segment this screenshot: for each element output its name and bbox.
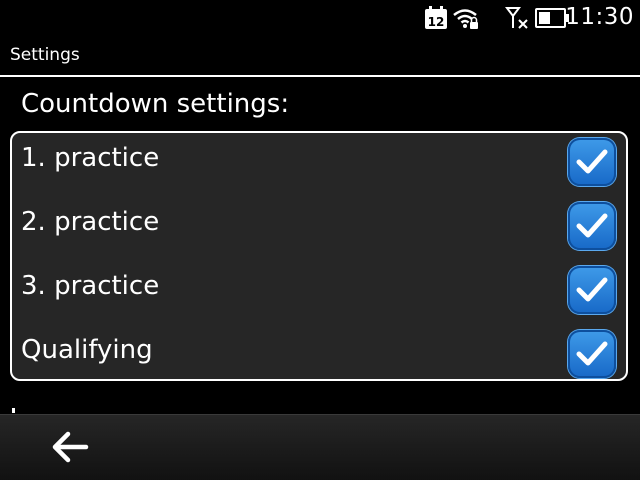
- calendar-day: 12: [428, 15, 445, 29]
- list-item[interactable]: 3. practice: [12, 261, 626, 325]
- list-item-label: Qualifying: [21, 335, 153, 365]
- status-time: 11:30: [565, 4, 634, 30]
- list-item-label: 3. practice: [21, 271, 160, 301]
- back-arrow-icon: [52, 431, 89, 463]
- checkmark-icon: [576, 149, 608, 174]
- back-button[interactable]: [46, 427, 96, 467]
- list-item[interactable]: 2. practice: [12, 197, 626, 261]
- settings-list: 1. practice 2. practice 3. practice Qual…: [10, 131, 628, 381]
- toolbar: [0, 414, 640, 480]
- checkmark-icon: [576, 341, 608, 366]
- title-bar: Settings: [0, 36, 640, 76]
- list-item[interactable]: 1. practice: [12, 133, 626, 197]
- wifi-secure-icon: [452, 7, 480, 35]
- page-title: Settings: [10, 45, 80, 65]
- practice-2-checkbox[interactable]: [568, 202, 616, 250]
- list-item[interactable]: Qualifying: [12, 325, 626, 389]
- no-signal-icon: [505, 6, 531, 36]
- practice-3-checkbox[interactable]: [568, 266, 616, 314]
- screen: 12 11:30 Settings Countdown settings: 1.…: [0, 0, 640, 480]
- list-item-label: 2. practice: [21, 207, 160, 237]
- title-divider: [0, 75, 640, 77]
- status-bar: 12 11:30: [0, 0, 640, 36]
- list-item-label: 1. practice: [21, 143, 160, 173]
- section-heading: Countdown settings:: [21, 89, 290, 119]
- calendar-icon: 12: [424, 6, 448, 34]
- scroll-indicator: [12, 408, 15, 413]
- checkmark-icon: [576, 213, 608, 238]
- checkmark-icon: [576, 277, 608, 302]
- qualifying-checkbox[interactable]: [568, 330, 616, 378]
- practice-1-checkbox[interactable]: [568, 138, 616, 186]
